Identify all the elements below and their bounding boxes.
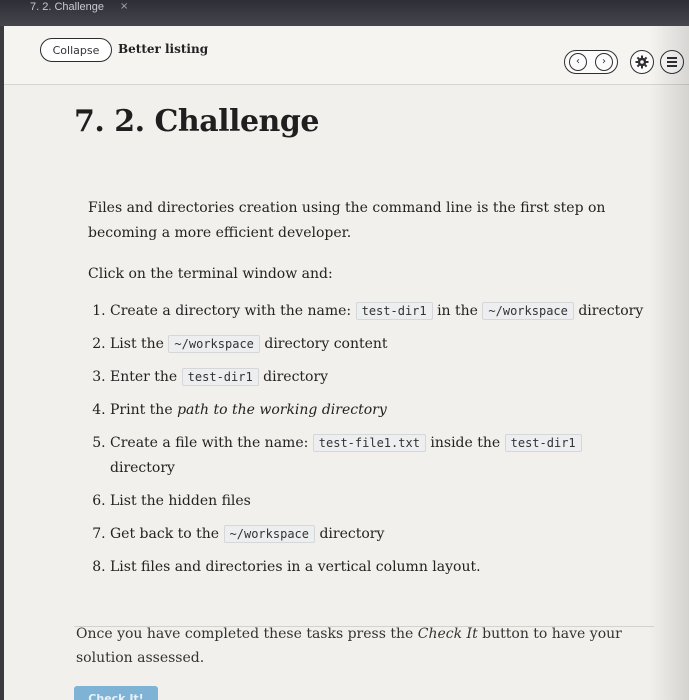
task-item: List the ~/workspace directory content [110, 332, 648, 357]
code-snippet: test-file1.txt [312, 434, 426, 452]
previous-arrow-icon[interactable]: ‹ [569, 53, 587, 71]
instruction-paragraph: Click on the terminal window and: [88, 266, 333, 282]
tab-close-icon[interactable]: × [120, 1, 128, 12]
check-it-button[interactable]: Check It! [74, 686, 158, 700]
lesson-navigation: ‹ › [564, 50, 618, 74]
task-item: List the hidden files [110, 489, 648, 514]
task-item: Print the path to the working directory [110, 398, 648, 423]
task-item: Get back to the ~/workspace directory [110, 522, 648, 547]
tab-title[interactable]: 7. 2. Challenge [30, 1, 104, 13]
settings-gear-icon[interactable] [630, 50, 654, 74]
code-snippet: ~/workspace [223, 525, 315, 543]
task-list: Create a directory with the name: test-d… [88, 299, 648, 580]
browser-tab-bar: 7. 2. Challenge × [0, 0, 689, 26]
task-item: Create a file with the name: test-file1.… [110, 431, 648, 481]
code-snippet: test-dir1 [504, 434, 582, 452]
intro-paragraph: Files and directories creation using the… [88, 200, 606, 241]
code-snippet: test-dir1 [181, 368, 259, 386]
page-title: 7. 2. Challenge [74, 104, 319, 139]
challenge-content: Files and directories creation using the… [88, 196, 648, 588]
collapse-button[interactable]: Collapse [40, 38, 112, 62]
menu-list-icon[interactable] [660, 50, 684, 74]
task-item: Enter the test-dir1 directory [110, 365, 648, 390]
lesson-toolbar: Collapse Better listing ‹ › [4, 26, 689, 85]
photo-vignette [649, 26, 689, 700]
code-snippet: ~/workspace [482, 302, 574, 320]
lesson-page: Collapse Better listing ‹ › 7. 2. Challe… [4, 26, 689, 700]
task-item: Create a directory with the name: test-d… [110, 299, 648, 324]
lesson-title: Better listing [118, 42, 209, 56]
code-snippet: test-dir1 [355, 302, 433, 320]
code-snippet: ~/workspace [168, 335, 260, 353]
next-arrow-icon[interactable]: › [595, 53, 613, 71]
completion-instructions: Once you have completed these tasks pres… [76, 626, 622, 666]
task-item: List files and directories in a vertical… [110, 555, 648, 580]
